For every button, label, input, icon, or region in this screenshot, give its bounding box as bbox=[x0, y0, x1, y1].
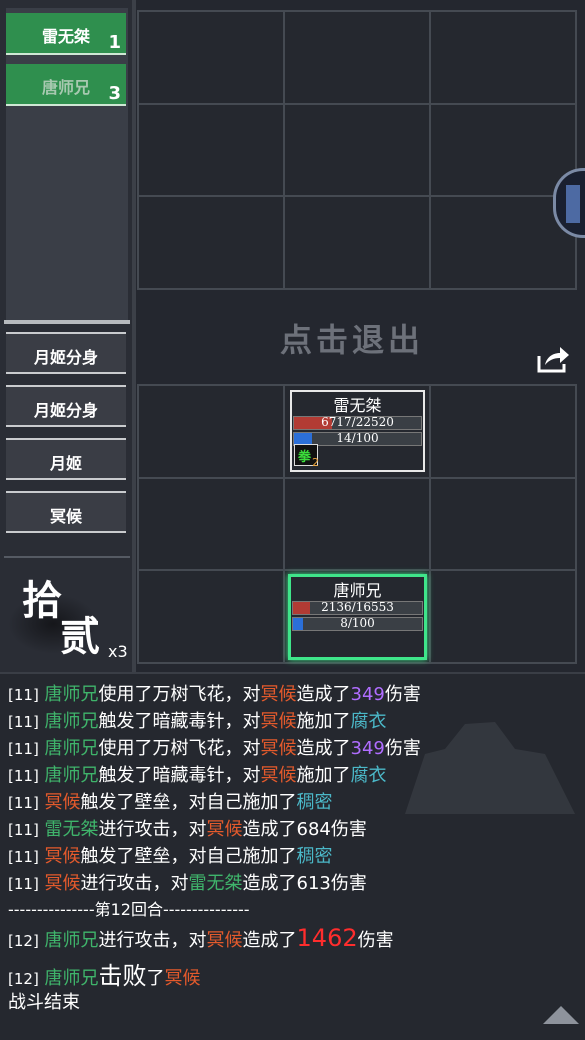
grid-cell[interactable] bbox=[431, 104, 575, 196]
battle-end-text: 战斗结束 bbox=[8, 992, 80, 1013]
mp-text: 8/100 bbox=[340, 616, 375, 630]
mp-bar: 8/100 bbox=[292, 616, 423, 631]
collapse-arrow-icon[interactable] bbox=[543, 1006, 579, 1024]
enemy-name: 月姬分身 bbox=[33, 348, 98, 367]
log-line: [11] 雷无桀进行攻击，对冥候造成了684伤害 bbox=[8, 819, 367, 840]
grid-cell[interactable] bbox=[431, 12, 575, 103]
grid-cell[interactable] bbox=[285, 478, 429, 570]
round-glyph-top: 拾 bbox=[22, 577, 62, 624]
grid-cell[interactable] bbox=[431, 386, 575, 477]
grid-cell[interactable] bbox=[139, 571, 283, 662]
grid-cell[interactable] bbox=[285, 197, 429, 288]
enemy-button[interactable]: 月姬分身 bbox=[6, 385, 126, 427]
grid-cell[interactable] bbox=[285, 12, 429, 103]
log-line: [11] 唐师兄触发了暗藏毒针，对冥候施加了腐衣 bbox=[8, 711, 387, 732]
grid-cell[interactable] bbox=[285, 104, 429, 196]
battle-log[interactable]: [11] 唐师兄使用了万树飞花，对冥候造成了349伤害 [11] 唐师兄触发了暗… bbox=[0, 672, 585, 1040]
scroll-icon bbox=[566, 185, 580, 223]
log-line: [11] 唐师兄使用了万树飞花，对冥候造成了349伤害 bbox=[8, 738, 421, 759]
unit-card-tang[interactable]: 唐师兄 2136/16553 8/100 bbox=[288, 574, 427, 660]
unit-card-lei[interactable]: 雷无桀 6717/22520 14/100 拳 2 bbox=[290, 390, 425, 472]
hp-text: 6717/22520 bbox=[321, 415, 394, 429]
exit-prompt[interactable]: 点击退出 bbox=[280, 315, 424, 361]
team-position: 3 bbox=[108, 83, 121, 104]
grid-cell[interactable] bbox=[139, 12, 283, 103]
log-line: [11] 唐师兄触发了暗藏毒针，对冥候施加了腐衣 bbox=[8, 765, 387, 786]
round-glyph-bottom: 贰 bbox=[60, 613, 100, 660]
log-line: [11] 冥候进行攻击，对雷无桀造成了613伤害 bbox=[8, 873, 367, 894]
enemy-button[interactable]: 冥候 bbox=[6, 491, 126, 533]
share-icon[interactable] bbox=[536, 344, 570, 374]
grid-cell[interactable] bbox=[139, 478, 283, 570]
enemy-name: 冥候 bbox=[49, 507, 82, 526]
fist-buff-icon[interactable]: 拳 2 bbox=[294, 444, 319, 469]
hp-bar: 2136/16553 bbox=[292, 600, 423, 615]
unit-sidebar: 雷无桀 1 唐师兄 3 月姬分身 月姬分身 月姬 冥候 拾 贰 x3 bbox=[0, 0, 134, 672]
enemy-button[interactable]: 月姬分身 bbox=[6, 332, 126, 374]
team-button-tang[interactable]: 唐师兄 3 bbox=[6, 64, 126, 106]
sidebar-divider bbox=[4, 556, 130, 558]
enemy-button[interactable]: 月姬 bbox=[6, 438, 126, 480]
log-line: [11] 唐师兄使用了万树飞花，对冥候造成了349伤害 bbox=[8, 684, 421, 705]
unit-name: 唐师兄 bbox=[333, 581, 382, 600]
enemy-name: 月姬分身 bbox=[33, 401, 98, 420]
hp-text: 2136/16553 bbox=[321, 600, 394, 614]
round-separator: ---------------第12回合--------------- bbox=[8, 900, 250, 919]
sidebar-border bbox=[132, 0, 136, 672]
enemy-name: 月姬 bbox=[49, 454, 82, 473]
mp-text: 14/100 bbox=[336, 431, 379, 445]
unit-name: 雷无桀 bbox=[333, 396, 382, 415]
grid-cell[interactable] bbox=[431, 571, 575, 662]
grid-cell[interactable] bbox=[139, 386, 283, 477]
grid-cell[interactable] bbox=[431, 478, 575, 570]
team-button-lei[interactable]: 雷无桀 1 bbox=[6, 13, 126, 55]
team-list-panel bbox=[6, 8, 128, 324]
buff-stack: 2 bbox=[312, 456, 319, 469]
log-line: [11] 冥候触发了壁垒，对自己施加了稠密 bbox=[8, 792, 333, 813]
speed-multiplier[interactable]: x3 bbox=[108, 642, 128, 661]
hp-bar: 6717/22520 bbox=[293, 415, 422, 430]
grid-cell[interactable] bbox=[139, 104, 283, 196]
buff-glyph: 拳 bbox=[298, 450, 312, 465]
sidebar-divider bbox=[4, 320, 130, 324]
round-counter: 拾 贰 bbox=[8, 568, 110, 660]
log-line: [12] 唐师兄击败了冥候 bbox=[8, 962, 201, 990]
enemy-formation-grid bbox=[137, 10, 577, 290]
grid-cell[interactable] bbox=[139, 197, 283, 288]
log-line: [11] 冥候触发了壁垒，对自己施加了稠密 bbox=[8, 846, 333, 867]
log-line: [12] 唐师兄进行攻击，对冥候造成了1462伤害 bbox=[8, 924, 394, 952]
team-position: 1 bbox=[108, 32, 121, 53]
